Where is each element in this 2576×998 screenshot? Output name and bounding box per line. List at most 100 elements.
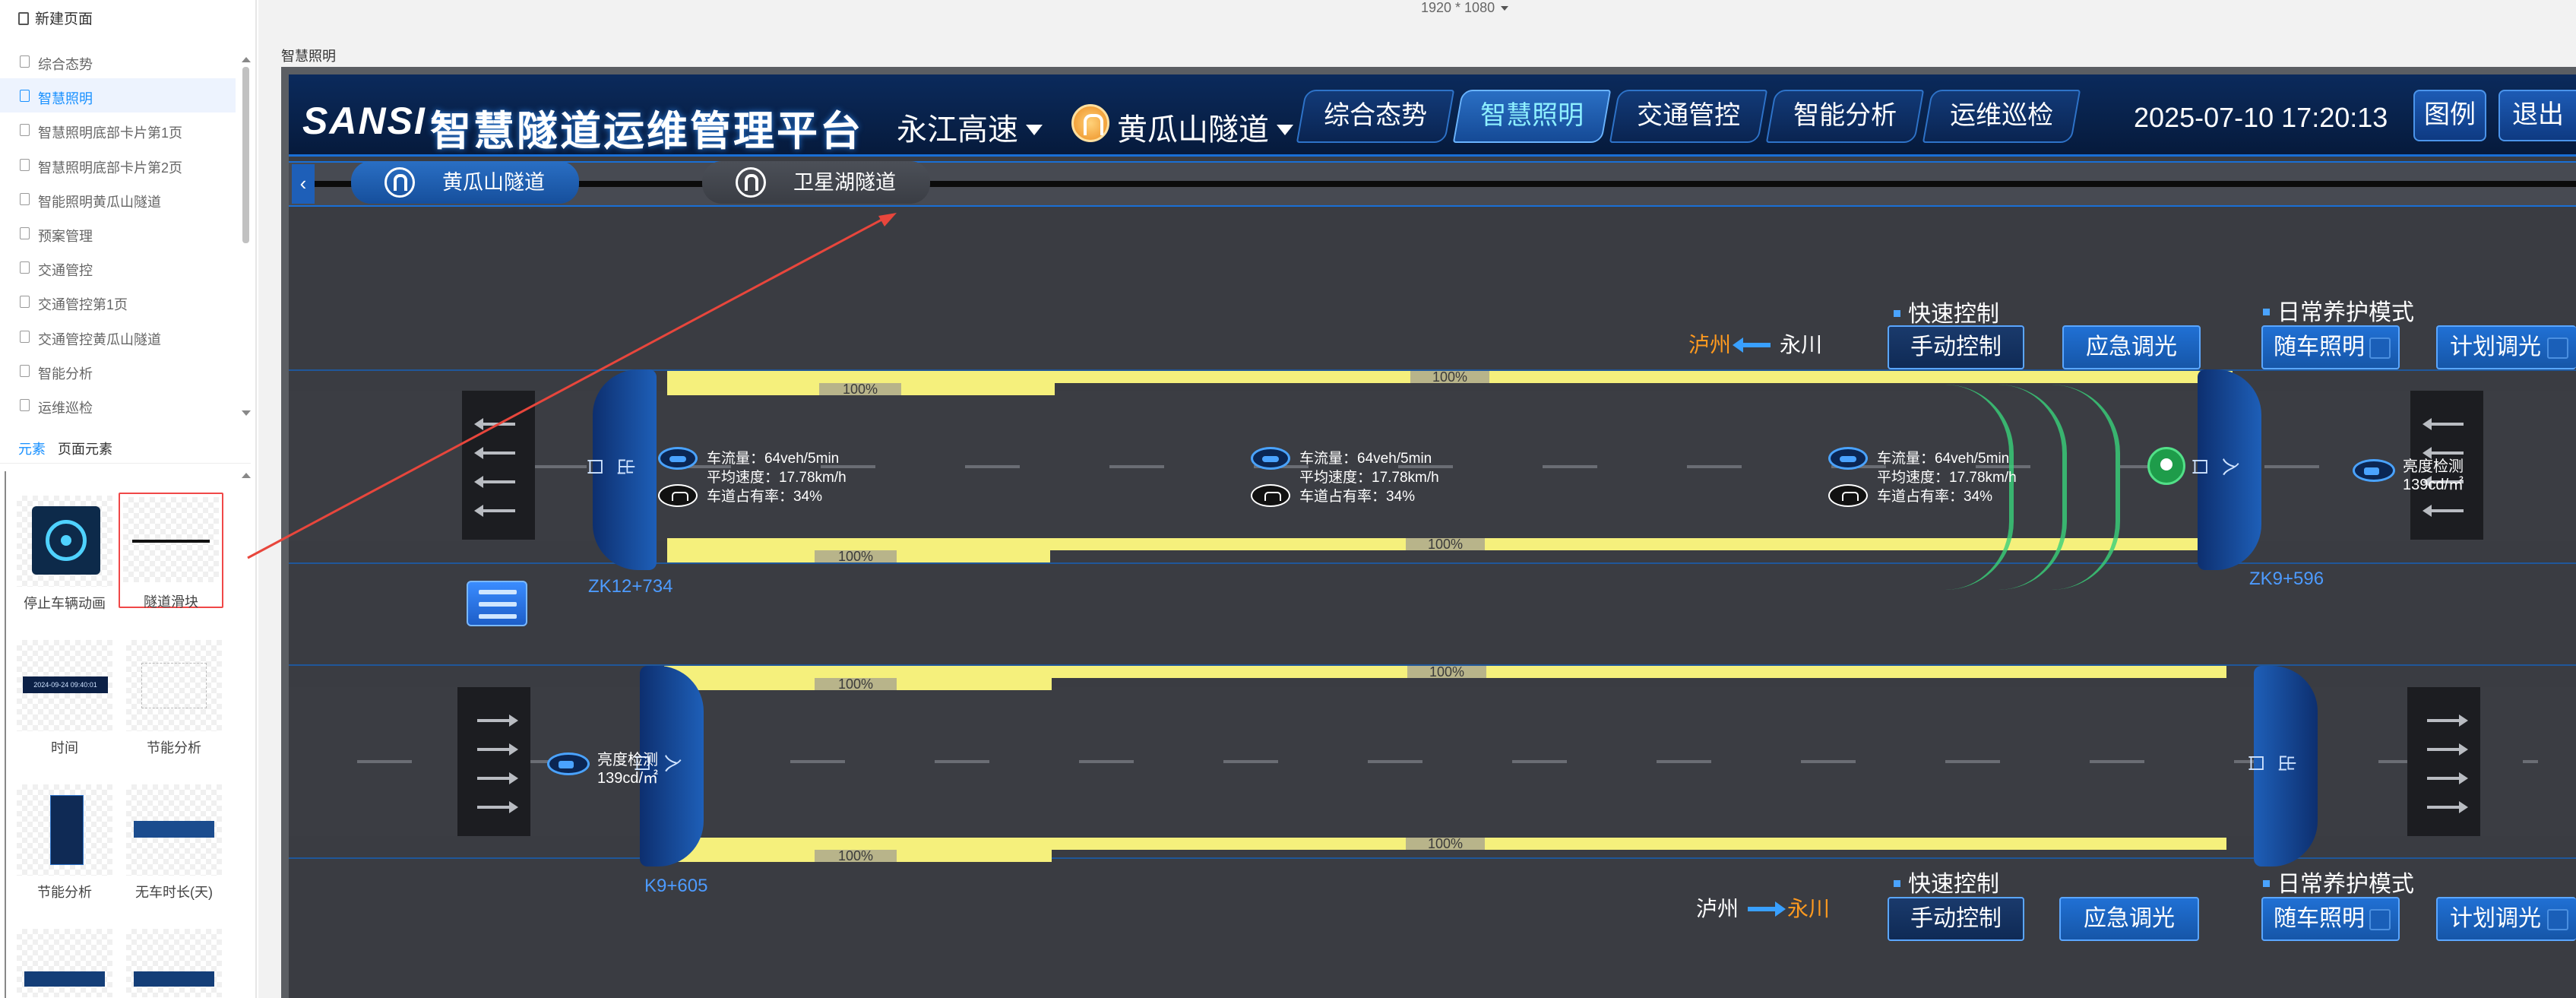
page-item[interactable]: 智能照明黄瓜山隧道 <box>0 182 236 216</box>
button-label: 随车照明 <box>2274 906 2365 931</box>
fan-icon <box>32 506 100 575</box>
widget-no-vehicle-days[interactable]: 无车时长(天) <box>122 784 226 906</box>
tab-traffic-control[interactable]: 交通管控 <box>1609 90 1768 143</box>
quick-control-title: 快速控制 <box>1894 865 1999 898</box>
traffic-flow: 车流量：64veh/5min <box>707 451 840 467</box>
tunnel-portal-entry[interactable]: 入口 <box>2189 369 2261 570</box>
toggle-icon[interactable] <box>2547 337 2568 359</box>
page-item-label: 智慧照明底部卡片第1页 <box>38 125 183 141</box>
widget-energy-analysis[interactable]: 节能分析 <box>122 640 226 762</box>
luminance-sensor-lower[interactable]: 亮度检测 139cd/㎡ <box>547 751 658 787</box>
widget-energy-analysis-2[interactable]: 节能分析 <box>12 784 117 906</box>
page-item[interactable]: 智慧照明底部卡片第2页 <box>0 147 236 182</box>
light-bar-label: 100% <box>815 849 897 863</box>
lane-arrow-box <box>457 687 530 836</box>
daily-mode-title: 日常养护模式 <box>2263 293 2414 327</box>
traffic-monitor[interactable]: 车流量：64veh/5min 平均速度：17.78km/h 车道占有率：34% <box>655 447 883 507</box>
page-item[interactable]: 智慧照明底部卡片第1页 <box>0 112 236 147</box>
arrow-left-icon <box>474 476 515 488</box>
page-list-scrollbar[interactable] <box>242 67 249 243</box>
control-cabinet-icon[interactable] <box>467 581 527 626</box>
traffic-monitor[interactable]: 车流量：64veh/5min 平均速度：17.78km/h 车道占有率：34% <box>1825 447 2053 507</box>
chevron-down-icon <box>1277 125 1293 135</box>
legend-button[interactable]: 图例 <box>2413 90 2486 141</box>
tunnel-tab-weixinghu[interactable]: 卫星湖隧道 <box>702 161 930 204</box>
quick-control-title: 快速控制 <box>1894 295 1999 328</box>
page-item[interactable]: 预案管理 <box>0 216 236 250</box>
toggle-icon[interactable] <box>2547 909 2568 930</box>
scroll-up-icon[interactable] <box>242 473 251 478</box>
page-item[interactable]: 交通管控 <box>0 250 236 284</box>
arrow-right-icon <box>477 714 518 727</box>
luminance-sensor-upper[interactable]: 亮度检测 139cd/㎡ <box>2353 458 2464 494</box>
light-bar-label: 100% <box>1407 665 1486 679</box>
page-item[interactable]: 综合态势 <box>0 44 236 78</box>
tab-page-elements[interactable]: 页面元素 <box>58 439 112 458</box>
arrow-right-icon <box>2427 714 2468 727</box>
traffic-speed: 平均速度：17.78km/h <box>1877 470 2017 486</box>
tunnel-portal-exit[interactable]: 出口 <box>584 369 657 570</box>
tunnel-portal-exit[interactable]: 出口 <box>2245 666 2318 867</box>
arrow-left-icon <box>474 447 515 459</box>
arrow-left-icon <box>474 418 515 430</box>
page-item[interactable]: 交通管控第1页 <box>0 284 236 318</box>
tab-smart-lighting[interactable]: 智慧照明 <box>1452 90 1612 143</box>
resolution-select[interactable]: 1920 * 1080 <box>1421 0 1509 16</box>
widget-label: 停止车辆动画 <box>24 596 106 611</box>
time-widget-preview: 2024-09-24 09:40:01 <box>23 676 108 693</box>
page-item[interactable]: 交通管控黄瓜山隧道 <box>0 319 236 353</box>
exit-button[interactable]: 退出 <box>2498 90 2576 141</box>
light-bar-label: 100% <box>819 382 901 396</box>
widget-stop-vehicle-animation[interactable]: 停止车辆动画 <box>12 496 117 617</box>
arrow-left-icon <box>1733 337 1771 353</box>
light-device-icon[interactable] <box>2147 447 2185 485</box>
tunnel-icon <box>1071 104 1109 142</box>
plan-dimming-button[interactable]: 计划调光 <box>2436 325 2576 369</box>
page-doc-icon <box>20 158 30 171</box>
tab-elements[interactable]: 元素 <box>18 439 46 458</box>
new-page-button[interactable]: 新建页面 <box>0 0 251 36</box>
tunnel-tab-label: 卫星湖隧道 <box>793 171 896 194</box>
light-bar-label: 100% <box>815 677 897 691</box>
arrow-right-icon <box>477 801 518 813</box>
page-item-label: 智慧照明底部卡片第2页 <box>38 160 183 176</box>
page-doc-icon <box>20 296 30 309</box>
page-doc-icon <box>18 12 29 25</box>
arrow-left-icon <box>2423 418 2464 430</box>
tunnel-icon <box>385 167 415 198</box>
page-item[interactable]: 智能分析 <box>0 353 236 388</box>
panel-divider <box>5 471 6 998</box>
tunnel-select[interactable]: 黄瓜山隧道 <box>1117 105 1293 149</box>
widget-label: 无车时长(天) <box>135 885 213 900</box>
emergency-dimming-button[interactable]: 应急调光 <box>2062 325 2201 369</box>
widget-time[interactable]: 2024-09-24 09:40:01 时间 <box>12 640 117 762</box>
page-doc-icon <box>20 261 30 274</box>
follow-lighting-button[interactable]: 随车照明 <box>2261 325 2400 369</box>
plan-dimming-button[interactable]: 计划调光 <box>2436 897 2576 941</box>
tunnel-label: 黄瓜山隧道 <box>1117 113 1269 147</box>
tab-overview[interactable]: 综合态势 <box>1296 90 1455 143</box>
manual-control-button[interactable]: 手动控制 <box>1888 897 2024 941</box>
widget-tunnel-slider[interactable]: 隧道滑块 <box>119 493 223 610</box>
widget-preview[interactable] <box>12 929 117 997</box>
follow-lighting-button[interactable]: 随车照明 <box>2261 897 2400 941</box>
platform-title: 智慧隧道运维管理平台 <box>430 109 863 154</box>
emergency-dimming-button[interactable]: 应急调光 <box>2059 897 2199 941</box>
tab-smart-analysis[interactable]: 智能分析 <box>1765 90 1925 143</box>
scroll-up-icon[interactable] <box>242 57 251 62</box>
arrow-left-icon <box>2423 447 2464 459</box>
highway-select[interactable]: 永江高速 <box>897 105 1043 149</box>
tunnel-tab-huanggua[interactable]: 黄瓜山隧道 <box>351 161 579 204</box>
page-item-active[interactable]: 智慧照明 <box>0 78 236 113</box>
manual-control-button[interactable]: 手动控制 <box>1888 325 2024 369</box>
page-item-label: 交通管控黄瓜山隧道 <box>38 331 161 347</box>
page-item[interactable]: 运维巡检 <box>0 388 236 422</box>
toggle-icon[interactable] <box>2369 337 2391 359</box>
tab-maintenance[interactable]: 运维巡检 <box>1922 90 2081 143</box>
widget-preview[interactable] <box>122 929 226 997</box>
scroll-down-icon[interactable] <box>242 410 251 416</box>
traffic-speed: 平均速度：17.78km/h <box>1299 470 1439 486</box>
traffic-monitor[interactable]: 车流量：64veh/5min 平均速度：17.78km/h 车道占有率：34% <box>1248 447 1476 507</box>
toggle-icon[interactable] <box>2369 909 2391 930</box>
chevron-left-icon[interactable]: ‹ <box>292 164 315 204</box>
